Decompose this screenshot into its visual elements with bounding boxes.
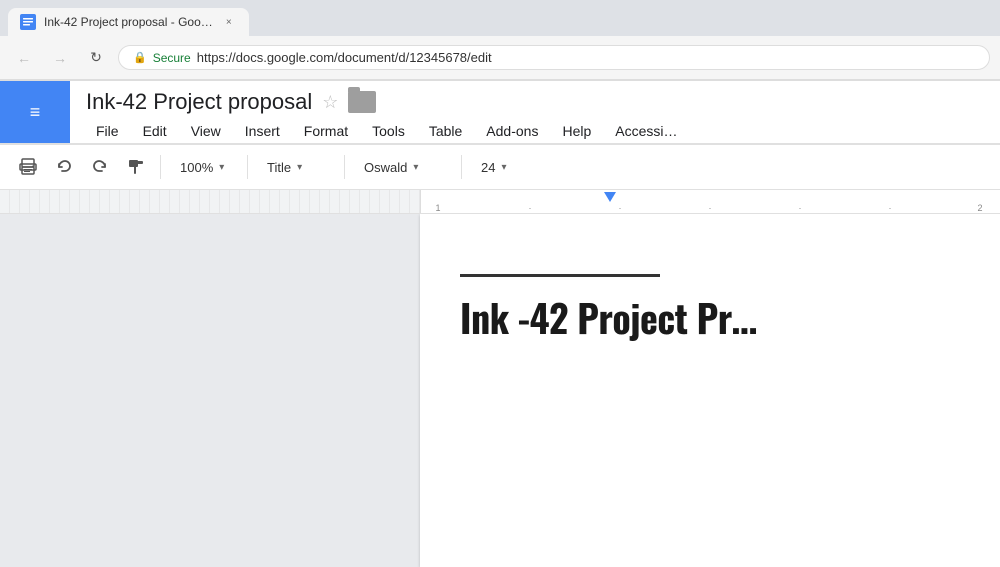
font-selector[interactable]: Oswald ▾ [353, 155, 453, 180]
font-arrow-icon: ▾ [413, 162, 418, 173]
zoom-arrow-icon: ▾ [219, 162, 224, 173]
ruler-num-dot-5: · [889, 203, 892, 213]
redo-button[interactable] [84, 151, 116, 183]
style-arrow-icon: ▾ [297, 162, 302, 173]
font-size-selector[interactable]: 24 ▾ [470, 155, 520, 180]
menu-help[interactable]: Help [552, 119, 601, 143]
ruler: 1 · · · · · 2 [0, 190, 1000, 214]
docs-header-right: Ink-42 Project proposal ☆ File Edit View… [70, 81, 1000, 143]
toolbar-divider-4 [461, 155, 462, 179]
secure-icon: 🔒 [133, 51, 147, 64]
menu-tools[interactable]: Tools [362, 119, 415, 143]
zoom-value: 100% [180, 160, 213, 175]
ruler-numbers: 1 · · · · · 2 [0, 201, 1000, 203]
document-title[interactable]: Ink-42 Project proposal [86, 89, 312, 115]
font-value: Oswald [364, 160, 407, 175]
toolbar: 100% ▾ Title ▾ Oswald ▾ 24 ▾ [0, 144, 1000, 190]
menu-edit[interactable]: Edit [133, 119, 177, 143]
toolbar-divider-2 [247, 155, 248, 179]
zoom-selector[interactable]: 100% ▾ [169, 155, 239, 180]
undo-icon [55, 158, 73, 176]
folder-icon[interactable] [348, 91, 376, 113]
toolbar-divider-1 [160, 155, 161, 179]
print-icon [19, 158, 37, 176]
tab-bar: Ink-42 Project proposal - Goo… × [0, 0, 1000, 36]
active-tab[interactable]: Ink-42 Project proposal - Goo… × [8, 8, 249, 36]
menu-table[interactable]: Table [419, 119, 472, 143]
menu-bar: File Edit View Insert Format Tools Table… [70, 119, 1000, 143]
ruler-num-dot-3: · [709, 203, 712, 213]
menu-accessibility[interactable]: Accessi… [605, 119, 687, 143]
paint-format-icon [127, 158, 145, 176]
page-title: Ink -42 Project Pr… [460, 289, 960, 345]
redo-icon [91, 158, 109, 176]
ruler-num-dot-4: · [799, 203, 802, 213]
tab-title: Ink-42 Project proposal - Goo… [44, 15, 213, 29]
style-selector[interactable]: Title ▾ [256, 155, 336, 180]
browser-chrome: Ink-42 Project proposal - Goo… × ← → ↻ 🔒… [0, 0, 1000, 81]
ruler-num-2: 2 [977, 203, 982, 213]
menu-file[interactable]: File [86, 119, 129, 143]
forward-button[interactable]: → [46, 44, 74, 72]
secure-label: Secure [153, 51, 191, 65]
size-arrow-icon: ▾ [501, 162, 506, 173]
page-title-underline [460, 274, 660, 277]
tab-favicon [20, 14, 36, 30]
paint-format-button[interactable] [120, 151, 152, 183]
font-size-value: 24 [481, 160, 495, 175]
docs-app: ≡ Ink-42 Project proposal ☆ File Edit Vi… [0, 81, 1000, 556]
menu-view[interactable]: View [181, 119, 231, 143]
menu-addons[interactable]: Add-ons [476, 119, 548, 143]
ruler-num-1: 1 [435, 203, 440, 213]
menu-format[interactable]: Format [294, 119, 358, 143]
docs-content: Ink -42 Project Pr… [0, 214, 1000, 567]
back-button[interactable]: ← [10, 44, 38, 72]
docs-title-row: Ink-42 Project proposal ☆ [70, 89, 1000, 119]
tab-close-button[interactable]: × [221, 14, 237, 30]
docs-header: ≡ Ink-42 Project proposal ☆ File Edit Vi… [0, 81, 1000, 144]
sidebar-menu-button[interactable]: ≡ [0, 81, 70, 143]
url-bar[interactable]: 🔒 Secure https://docs.google.com/documen… [118, 45, 990, 70]
ruler-num-dot-2: · [619, 203, 622, 213]
ruler-tab-marker[interactable] [604, 192, 616, 202]
refresh-button[interactable]: ↻ [82, 44, 110, 72]
toolbar-divider-3 [344, 155, 345, 179]
menu-insert[interactable]: Insert [235, 119, 290, 143]
url-text: https://docs.google.com/document/d/12345… [197, 50, 492, 65]
address-bar: ← → ↻ 🔒 Secure https://docs.google.com/d… [0, 36, 1000, 80]
ruler-num-dot-1: · [529, 203, 532, 213]
docs-left-margin [0, 214, 420, 567]
print-button[interactable] [12, 151, 44, 183]
docs-page[interactable]: Ink -42 Project Pr… [420, 214, 1000, 567]
style-value: Title [267, 160, 291, 175]
undo-button[interactable] [48, 151, 80, 183]
star-icon[interactable]: ☆ [322, 92, 338, 113]
hamburger-icon: ≡ [30, 102, 41, 123]
